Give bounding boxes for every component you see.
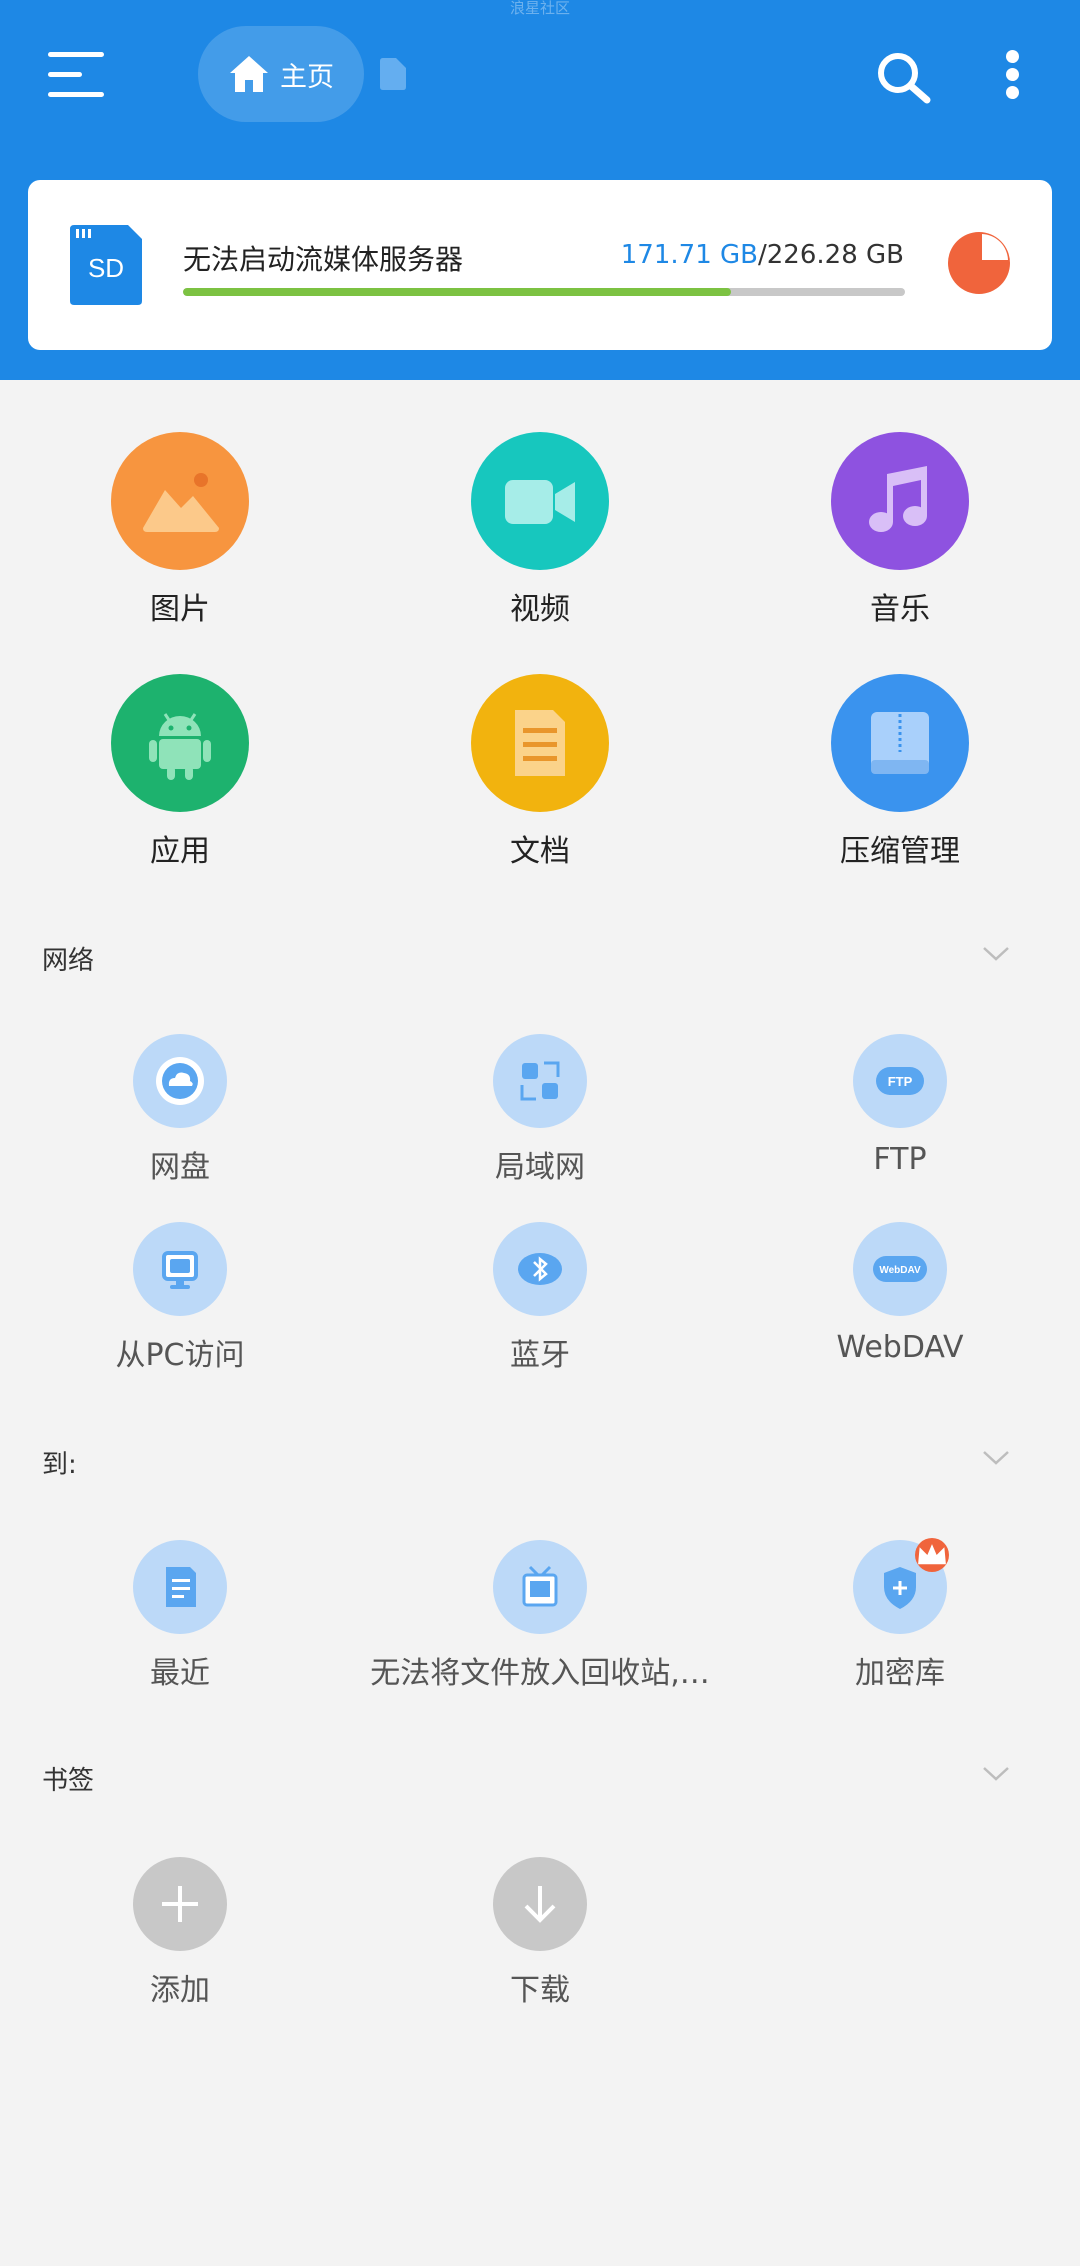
storage-pie-icon[interactable] xyxy=(946,230,1012,296)
more-options-icon[interactable] xyxy=(1000,48,1026,102)
recent-icon xyxy=(133,1540,227,1634)
category-apps[interactable]: 应用 xyxy=(30,674,330,870)
chevron-down-icon[interactable] xyxy=(982,946,1010,962)
home-icon xyxy=(230,56,268,92)
lan-icon xyxy=(493,1034,587,1128)
download-icon xyxy=(493,1857,587,1951)
item-label: 添加 xyxy=(150,1973,210,2008)
network-item-ftp[interactable]: FTP FTP xyxy=(720,1034,1080,1177)
pc-access-icon xyxy=(133,1222,227,1316)
category-label: 图片 xyxy=(150,592,210,627)
category-archives[interactable]: 压缩管理 xyxy=(750,674,1050,870)
section-title-bookmarks: 书签 xyxy=(42,1766,95,1796)
tab-home[interactable]: 主页 xyxy=(198,26,364,122)
chevron-down-icon[interactable] xyxy=(982,1450,1010,1466)
item-label: 最近 xyxy=(150,1656,210,1691)
storage-card[interactable]: SD 无法启动流媒体服务器 171.71 GB/226.28 GB xyxy=(28,180,1052,350)
tab-home-label: 主页 xyxy=(280,61,334,93)
category-documents[interactable]: 文档 xyxy=(390,674,690,870)
network-item-lan[interactable]: 局域网 xyxy=(360,1034,720,1186)
search-icon[interactable] xyxy=(874,50,932,104)
ftp-icon: FTP xyxy=(853,1034,947,1128)
storage-total: 226.28 GB xyxy=(766,240,904,270)
archive-icon xyxy=(831,674,969,812)
item-label: 无法将文件放入回收站,… xyxy=(370,1656,710,1691)
category-music[interactable]: 音乐 xyxy=(750,432,1050,628)
network-item-bluetooth[interactable]: 蓝牙 xyxy=(360,1222,720,1374)
item-label: 加密库 xyxy=(855,1656,945,1691)
category-label: 音乐 xyxy=(870,592,930,627)
bookmark-item-download[interactable]: 下载 xyxy=(360,1857,720,2009)
goto-item-recent[interactable]: 最近 xyxy=(0,1540,360,1692)
webdav-icon-text: WebDAV xyxy=(879,1265,921,1276)
sd-card-icon: SD xyxy=(70,225,142,305)
network-item-cloud-drive[interactable]: 网盘 xyxy=(0,1034,360,1186)
section-title-network: 网络 xyxy=(42,946,95,976)
image-icon xyxy=(111,432,249,570)
item-label: FTP xyxy=(873,1142,927,1177)
network-item-pc-access[interactable]: 从PC访问 xyxy=(0,1222,360,1374)
encrypted-vault-icon xyxy=(853,1538,949,1634)
item-label: 网盘 xyxy=(150,1150,210,1185)
network-item-webdav[interactable]: WebDAV WebDAV xyxy=(720,1222,1080,1365)
ftp-icon-text: FTP xyxy=(888,1074,913,1089)
category-label: 压缩管理 xyxy=(840,834,960,869)
cloud-drive-icon xyxy=(133,1034,227,1128)
storage-separator: / xyxy=(758,240,767,270)
app-header: 浪星社区 主页 SD 无法启动流媒体服务器 171.71 GB/226.28 G… xyxy=(0,0,1080,380)
category-label: 视频 xyxy=(510,592,570,627)
category-videos[interactable]: 视频 xyxy=(390,432,690,628)
add-icon xyxy=(133,1857,227,1951)
file-breadcrumb-icon[interactable] xyxy=(378,58,406,90)
document-icon xyxy=(471,674,609,812)
storage-used: 171.71 GB xyxy=(620,240,758,270)
storage-progress-bar xyxy=(183,288,905,296)
storage-size: 171.71 GB/226.28 GB xyxy=(621,240,904,270)
chevron-down-icon[interactable] xyxy=(982,1766,1010,1782)
bluetooth-icon xyxy=(493,1222,587,1316)
item-label: WebDAV xyxy=(836,1330,964,1365)
webdav-icon: WebDAV xyxy=(853,1222,947,1316)
item-label: 局域网 xyxy=(495,1150,585,1185)
section-title-goto: 到: xyxy=(42,1450,77,1480)
recycle-bin-icon xyxy=(493,1540,587,1634)
menu-icon[interactable] xyxy=(48,52,104,97)
android-icon xyxy=(111,674,249,812)
goto-item-recycle-bin[interactable]: 无法将文件放入回收站,… xyxy=(360,1540,720,1692)
storage-name: 无法启动流媒体服务器 xyxy=(183,243,464,276)
item-label: 蓝牙 xyxy=(510,1338,570,1373)
category-label: 文档 xyxy=(510,834,570,869)
item-label: 从PC访问 xyxy=(115,1338,245,1373)
watermark: 浪星社区 xyxy=(509,0,570,17)
premium-crown-icon xyxy=(915,1538,949,1572)
music-icon xyxy=(831,432,969,570)
item-label: 下载 xyxy=(510,1973,570,2008)
goto-item-encrypted-vault[interactable]: 加密库 xyxy=(720,1538,1080,1692)
bookmark-item-add[interactable]: 添加 xyxy=(0,1857,360,2009)
video-icon xyxy=(471,432,609,570)
sd-card-label: SD xyxy=(88,253,124,283)
category-images[interactable]: 图片 xyxy=(30,432,330,628)
category-label: 应用 xyxy=(150,834,210,869)
storage-progress-fill xyxy=(183,288,731,296)
